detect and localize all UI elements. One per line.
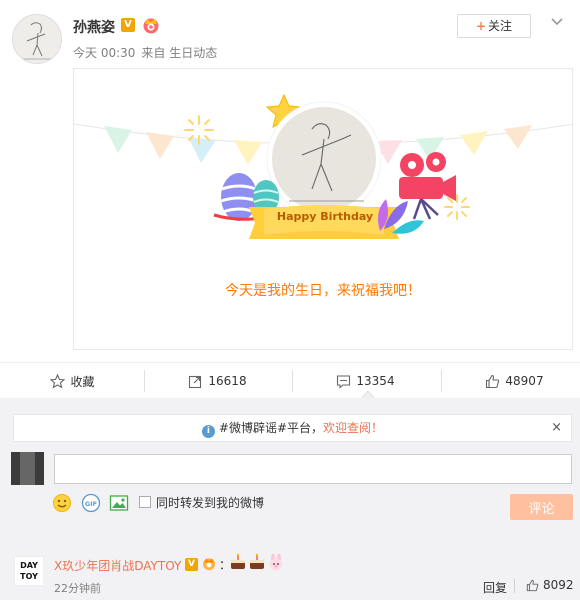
post-time[interactable]: 今天 00:30 (73, 46, 135, 60)
commenter-name[interactable]: X玖少年团肖战DAYTOY (54, 557, 181, 574)
comment-icon (337, 374, 351, 389)
notice-text[interactable]: #微博辟谣#平台， (219, 421, 323, 435)
birthday-card[interactable]: Happy Birthday 今天是我的生日，来祝福我吧！ (73, 68, 574, 350)
comment-count: 13354 (356, 374, 395, 388)
reply-button[interactable]: 回复 (483, 579, 507, 596)
cake-emoji-icon (250, 553, 264, 569)
repost-icon (189, 375, 202, 388)
post-action-bar: 收藏 16618 13354 48907 (0, 362, 580, 398)
emoji-icon[interactable] (52, 493, 72, 513)
sparkle-right (444, 194, 470, 220)
crown-icon (203, 558, 215, 571)
plus-icon: + (475, 19, 487, 33)
author-name[interactable]: 孙燕姿 (73, 17, 115, 37)
chevron-down-icon[interactable] (551, 18, 563, 26)
star-outline-icon (50, 373, 66, 389)
forward-label[interactable]: 同时转发到我的微博 (156, 494, 264, 511)
avatar-text-top: DAY (20, 561, 38, 570)
post-source[interactable]: 来自 生日动态 (141, 46, 217, 60)
verified-v-icon: V (121, 18, 135, 32)
author-avatar[interactable] (12, 14, 62, 64)
avatar-text-bottom: TOY (20, 572, 38, 581)
commenter-avatar[interactable]: DAY TOY (14, 556, 44, 586)
bunny-emoji-icon (270, 553, 282, 571)
like-count: 48907 (505, 374, 544, 388)
crown-icon (143, 18, 159, 34)
comment-like-count: 8092 (543, 578, 574, 592)
divider (514, 579, 515, 593)
favorite-label: 收藏 (70, 374, 95, 389)
repost-count: 16618 (208, 374, 247, 388)
sparkle-left (184, 115, 214, 145)
birthday-message: 今天是我的生日，来祝福我吧！ (225, 283, 421, 299)
comment-time: 22分钟前 (54, 582, 101, 595)
info-icon: i (201, 425, 215, 438)
like-button[interactable]: 48907 (442, 363, 580, 399)
camera-icon (399, 152, 456, 220)
verified-v-icon: V (185, 558, 198, 571)
forward-checkbox[interactable] (139, 496, 151, 508)
comment-submit-button[interactable]: 评论 (510, 494, 573, 520)
follow-label: 关注 (488, 19, 513, 33)
follow-button[interactable]: + 关注 (457, 14, 531, 38)
comment-like-button[interactable]: 8092 (526, 578, 574, 592)
comment-section: i #微博辟谣#平台，欢迎查阅！ × GIF 同时转发到我的微博 评论 DAY T… (0, 398, 580, 600)
repost-button[interactable]: 16618 (145, 363, 290, 399)
notice-link[interactable]: 欢迎查阅！ (323, 421, 383, 435)
happy-birthday-ribbon: Happy Birthday (276, 210, 374, 223)
rumor-notice: i #微博辟谣#平台，欢迎查阅！ × (13, 414, 572, 442)
comment-input[interactable] (54, 454, 572, 484)
current-user-avatar (11, 452, 44, 485)
image-icon[interactable] (109, 493, 129, 513)
thumbs-up-icon (526, 579, 539, 591)
gif-icon[interactable]: GIF (81, 493, 101, 513)
favorite-button[interactable]: 收藏 (0, 363, 145, 399)
thumbs-up-icon (486, 374, 500, 388)
close-icon[interactable]: × (551, 415, 562, 441)
cake-emoji-icon (231, 553, 245, 569)
svg-text:GIF: GIF (85, 500, 97, 508)
post-meta: 今天 00:30 来自 生日动态 (73, 44, 223, 61)
